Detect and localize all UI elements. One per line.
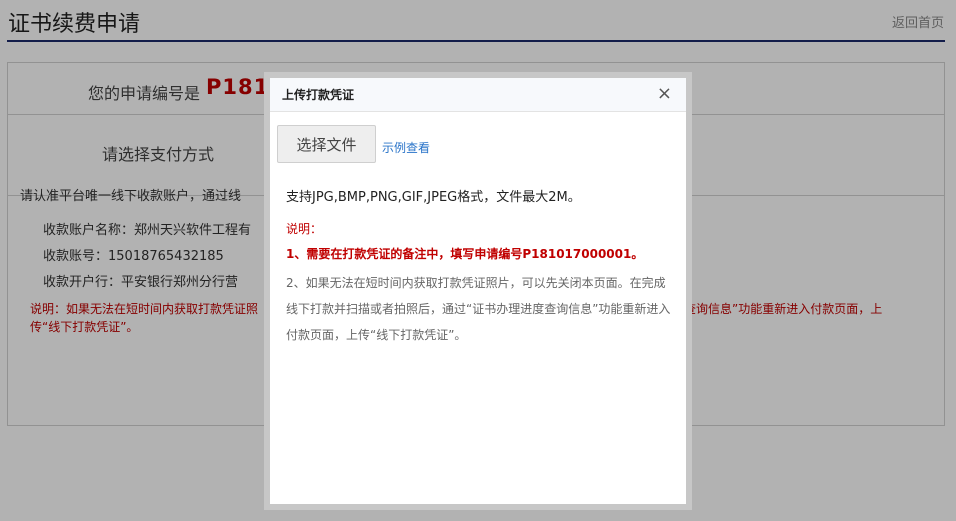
- close-icon[interactable]: ×: [657, 84, 672, 104]
- example-view-link[interactable]: 示例查看: [382, 139, 430, 156]
- modal-frame: 上传打款凭证 × 选择文件 示例查看 支持JPG,BMP,PNG,GIF,JPE…: [264, 72, 692, 510]
- description-item-2: 2、如果无法在短时间内获取打款凭证照片，可以先关闭本页面。在完成线下打款并扫描或…: [286, 276, 671, 342]
- dialog-header: 上传打款凭证 ×: [270, 78, 686, 112]
- upload-voucher-dialog: 上传打款凭证 × 选择文件 示例查看 支持JPG,BMP,PNG,GIF,JPE…: [270, 78, 686, 504]
- description-label: 说明：: [286, 222, 323, 236]
- dialog-title: 上传打款凭证: [282, 88, 355, 102]
- supported-formats-text: 支持JPG,BMP,PNG,GIF,JPEG格式，文件最大2M。: [286, 190, 581, 205]
- choose-file-button[interactable]: 选择文件: [277, 125, 376, 163]
- description-item-1: 1、需要在打款凭证的备注中，填写申请编号P181017000001。: [286, 247, 644, 261]
